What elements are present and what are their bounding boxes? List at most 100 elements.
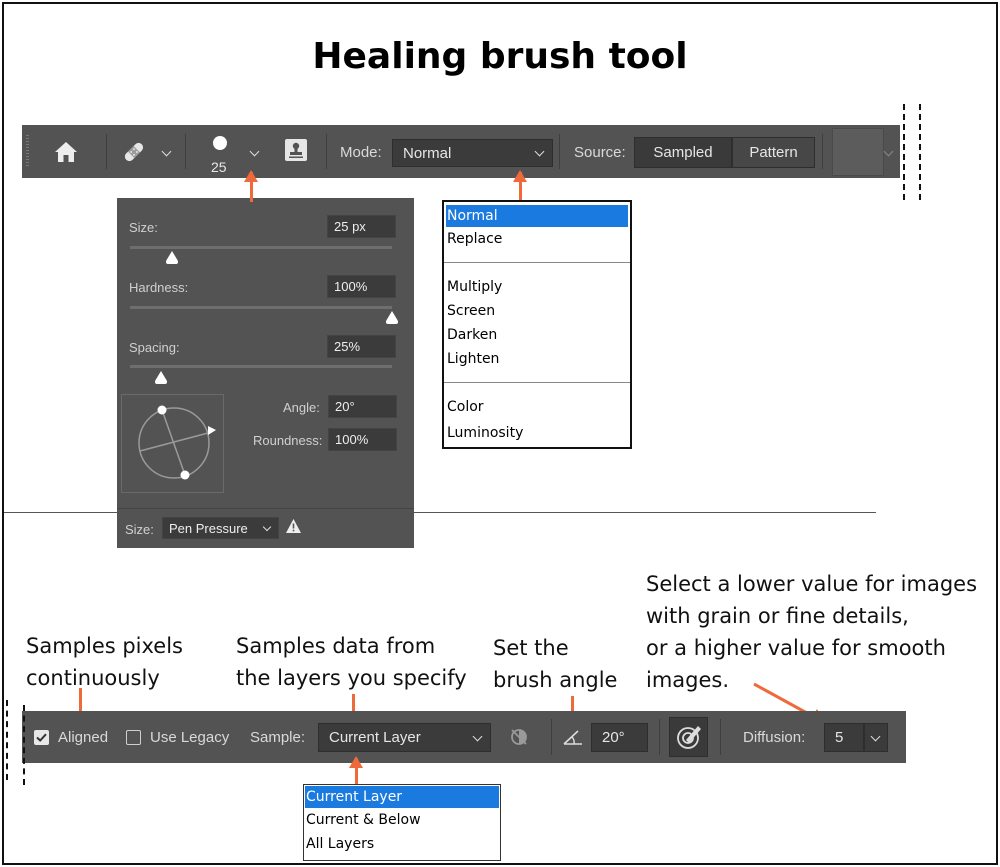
- source-pattern-button[interactable]: Pattern: [732, 137, 815, 168]
- menu-item-current-layer[interactable]: Current Layer: [305, 786, 499, 808]
- pressure-size-label: Size:: [125, 522, 154, 537]
- separator: [185, 134, 186, 169]
- note-diffusion-line2: with grain or fine details,: [646, 604, 909, 628]
- note-aligned-line2: continuously: [26, 666, 160, 690]
- size-slider-thumb[interactable]: [165, 251, 178, 264]
- hardness-field[interactable]: 100%: [327, 275, 396, 298]
- separator: [551, 719, 552, 755]
- note-angle-line1: Set the: [493, 636, 569, 660]
- sample-dropdown-menu: Current Layer Current & Below All Layers: [303, 784, 501, 861]
- toolbar-grip[interactable]: [26, 135, 29, 167]
- diffusion-dropdown[interactable]: [864, 723, 888, 752]
- menu-item-darken[interactable]: Darken: [446, 324, 628, 346]
- crop-mark: [903, 104, 905, 200]
- menu-item-all-layers[interactable]: All Layers: [305, 833, 499, 855]
- callout-arrow: [513, 170, 527, 200]
- menu-divider: [444, 382, 630, 383]
- divider-line: [4, 512, 117, 513]
- options-bar: 25 Mode: Normal Source: Sampled Pattern: [22, 125, 900, 178]
- angle-icon: [562, 727, 584, 751]
- separator: [559, 134, 560, 169]
- aligned-checkbox[interactable]: [34, 730, 49, 745]
- mode-select[interactable]: Normal: [392, 139, 553, 167]
- crop-mark: [23, 705, 25, 785]
- sample-label: Sample:: [250, 729, 306, 746]
- note-diffusion-line1: Select a lower value for images: [646, 572, 978, 596]
- menu-item-current-and-below[interactable]: Current & Below: [305, 809, 499, 831]
- hardness-slider-thumb[interactable]: [386, 311, 398, 324]
- menu-item-lighten[interactable]: Lighten: [446, 348, 628, 370]
- chevron-down-icon[interactable]: [161, 146, 172, 157]
- menu-item-screen[interactable]: Screen: [446, 300, 628, 322]
- spacing-slider-thumb[interactable]: [155, 371, 168, 384]
- stamp-icon[interactable]: [285, 139, 307, 161]
- pen-pressure-value: Pen Pressure: [169, 520, 248, 536]
- divider-line: [414, 512, 876, 513]
- note-sample-line1: Samples data from: [236, 634, 436, 658]
- menu-item-replace[interactable]: Replace: [446, 228, 628, 250]
- menu-item-color[interactable]: Color: [446, 396, 628, 418]
- spacing-label: Spacing:: [129, 340, 180, 355]
- sample-select[interactable]: Current Layer: [318, 723, 491, 752]
- size-slider-track[interactable]: [130, 246, 392, 249]
- pressure-override-button[interactable]: [669, 717, 708, 757]
- home-icon[interactable]: [54, 141, 78, 167]
- angle-field[interactable]: 20°: [328, 395, 397, 418]
- spacing-slider-track[interactable]: [130, 365, 392, 368]
- brush-picker-chevron-icon[interactable]: [249, 146, 260, 157]
- sample-select-value: Current Layer: [329, 729, 421, 746]
- ignore-adjustment-layers-icon[interactable]: [509, 727, 529, 751]
- spacing-field[interactable]: 25%: [327, 335, 396, 358]
- chevron-down-icon: [870, 731, 881, 742]
- brush-angle-preview[interactable]: [121, 394, 224, 493]
- page-title: Healing brush tool: [312, 36, 688, 77]
- menu-item-multiply[interactable]: Multiply: [446, 276, 628, 298]
- hardness-slider-track[interactable]: [130, 306, 392, 309]
- pen-pressure-select[interactable]: Pen Pressure: [162, 517, 279, 539]
- pattern-chevron-icon[interactable]: [883, 146, 894, 157]
- use-legacy-checkbox[interactable]: [126, 730, 141, 745]
- menu-item-luminosity[interactable]: Luminosity: [446, 422, 628, 444]
- separator: [106, 134, 107, 169]
- options-bar-bottom: Aligned Use Legacy Sample: Current Layer…: [22, 711, 906, 763]
- crop-mark: [919, 104, 921, 200]
- menu-item-normal[interactable]: Normal: [446, 205, 628, 227]
- roundness-field[interactable]: 100%: [328, 428, 397, 451]
- use-legacy-label: Use Legacy: [150, 729, 230, 746]
- callout-arrow: [349, 756, 363, 784]
- mode-label: Mode:: [340, 144, 382, 161]
- callout-arrow: [244, 170, 258, 202]
- menu-divider: [444, 262, 630, 263]
- size-field[interactable]: 25 px: [327, 215, 396, 238]
- brush-tip-icon[interactable]: [213, 136, 227, 150]
- note-sample-line2: the layers you specify: [236, 666, 467, 690]
- aligned-label: Aligned: [58, 729, 109, 746]
- size-label: Size:: [129, 220, 158, 235]
- mode-dropdown-menu: Normal Replace Multiply Screen Darken Li…: [442, 200, 632, 449]
- separator: [822, 134, 823, 169]
- chevron-down-icon: [262, 522, 272, 532]
- bandage-icon[interactable]: [121, 139, 147, 169]
- source-sampled-button[interactable]: Sampled: [634, 137, 732, 168]
- chevron-down-icon: [534, 146, 545, 157]
- angle-label: Angle:: [283, 400, 320, 415]
- divider: [117, 508, 414, 509]
- brush-angle-field[interactable]: 20°: [591, 723, 648, 752]
- roundness-label: Roundness:: [253, 433, 323, 448]
- note-aligned-line1: Samples pixels: [26, 634, 183, 658]
- note-diffusion-line4: images.: [646, 668, 730, 692]
- note-angle-line2: brush angle: [493, 668, 618, 692]
- brush-size-value: 25: [211, 159, 227, 175]
- brush-settings-panel: Size: 25 px Hardness: 100% Spacing: 25% …: [117, 198, 414, 548]
- separator: [659, 719, 660, 755]
- diffusion-field[interactable]: 5: [824, 723, 864, 752]
- warning-icon: [285, 518, 302, 537]
- separator: [720, 719, 721, 755]
- crop-mark: [6, 700, 8, 780]
- separator: [326, 134, 327, 169]
- mode-select-value: Normal: [403, 144, 452, 162]
- pattern-picker[interactable]: [832, 128, 884, 176]
- hardness-label: Hardness:: [129, 280, 189, 295]
- diffusion-label: Diffusion:: [743, 729, 806, 746]
- source-label: Source:: [574, 144, 626, 161]
